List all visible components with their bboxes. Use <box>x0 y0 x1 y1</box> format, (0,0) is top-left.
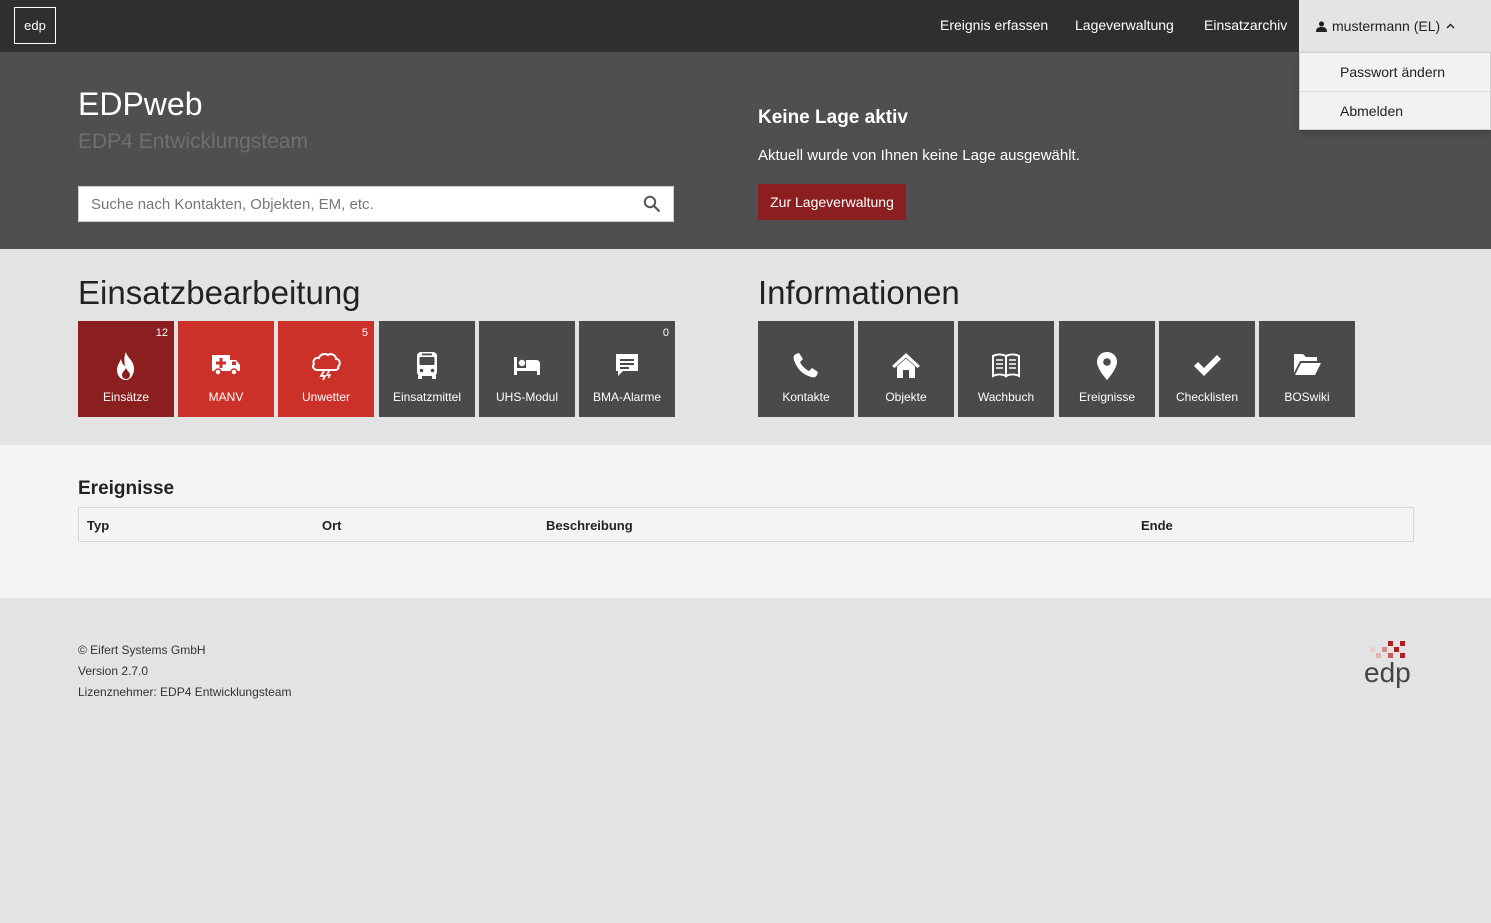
tile-label: Unwetter <box>301 390 351 404</box>
user-name: mustermann (EL) <box>1332 18 1441 34</box>
tile-badge: 5 <box>361 327 368 339</box>
phone-icon <box>793 353 818 378</box>
chevron-up-icon <box>1446 23 1455 29</box>
user-icon <box>1316 20 1327 32</box>
check-icon <box>1194 355 1221 376</box>
search-box <box>78 186 674 222</box>
footer-version: Version 2.7.0 <box>78 664 149 678</box>
edp-logo: edp <box>1362 640 1416 693</box>
tile-label: Kontakte <box>782 390 830 404</box>
lage-status-title: Keine Lage aktiv <box>758 107 908 128</box>
search-input[interactable] <box>79 187 673 221</box>
book-icon <box>992 353 1020 378</box>
fire-icon <box>117 352 134 380</box>
tile-boswiki[interactable]: BOSwiki <box>1259 321 1355 417</box>
ambulance-icon <box>212 355 240 376</box>
footer-copyright: © Eifert Systems GmbH <box>78 643 206 657</box>
tile-wachbuch[interactable]: Wachbuch <box>958 321 1054 417</box>
tile-label: MANV <box>208 390 244 404</box>
top-navbar: edp Ereignis erfassen Lageverwaltung Ein… <box>0 0 1491 52</box>
bus-icon <box>417 352 437 379</box>
tile-label: UHS-Modul <box>495 390 558 404</box>
tile-kontakte[interactable]: Kontakte <box>758 321 854 417</box>
column-header-typ[interactable]: Typ <box>87 518 109 533</box>
footer-licensee: Lizenznehmer: EDP4 Entwicklungsteam <box>78 685 292 699</box>
tile-label: Wachbuch <box>977 390 1035 404</box>
ereignisse-table: Typ Ort Beschreibung Ende <box>78 507 1414 542</box>
tile-label: BOSwiki <box>1284 390 1330 404</box>
column-header-ort[interactable]: Ort <box>322 518 342 533</box>
tile-ereignisse[interactable]: Ereignisse <box>1059 321 1155 417</box>
tile-uhs-modul[interactable]: UHS-Modul <box>479 321 575 417</box>
comment-icon <box>616 354 638 376</box>
tile-objekte[interactable]: Objekte <box>858 321 954 417</box>
tile-label: Objekte <box>885 390 927 404</box>
lage-status-text: Aktuell wurde von Ihnen keine Lage ausge… <box>758 147 1080 164</box>
tile-einsaetze[interactable]: 12 Einsätze <box>78 321 174 417</box>
tile-label: Ereignisse <box>1078 390 1136 404</box>
nav-ereignis-erfassen[interactable]: Ereignis erfassen <box>940 17 1048 33</box>
app-title: EDPweb <box>78 86 203 122</box>
svg-text:edp: edp <box>1364 657 1411 688</box>
search-icon[interactable] <box>643 195 661 213</box>
nav-einsatzarchiv[interactable]: Einsatzarchiv <box>1204 17 1287 33</box>
tile-label: BMA-Alarme <box>592 390 661 404</box>
user-dropdown-menu: Passwort ändern Abmelden <box>1299 52 1491 130</box>
home-icon <box>892 353 920 378</box>
folder-open-icon <box>1294 354 1321 375</box>
column-header-ende[interactable]: Ende <box>1141 518 1173 533</box>
nav-lageverwaltung[interactable]: Lageverwaltung <box>1075 17 1174 33</box>
tile-label: Checklisten <box>1175 390 1239 404</box>
tile-badge: 12 <box>155 327 168 339</box>
tile-unwetter[interactable]: 5 Unwetter <box>278 321 374 417</box>
app-subtitle: EDP4 Entwicklungsteam <box>78 130 308 153</box>
menu-item-abmelden[interactable]: Abmelden <box>1300 91 1490 129</box>
brand-logo[interactable]: edp <box>14 7 56 44</box>
informationen-heading: Informationen <box>758 274 960 311</box>
tile-badge: 0 <box>662 327 669 339</box>
tile-manv[interactable]: MANV <box>178 321 274 417</box>
tile-label: Einsätze <box>102 390 150 404</box>
storm-cloud-icon <box>312 353 341 381</box>
ereignisse-heading: Ereignisse <box>78 478 175 499</box>
menu-item-passwort-aendern[interactable]: Passwort ändern <box>1300 53 1490 91</box>
einsatzbearbeitung-heading: Einsatzbearbeitung <box>78 274 361 311</box>
tile-bma-alarme[interactable]: 0 BMA-Alarme <box>579 321 675 417</box>
column-header-beschreibung[interactable]: Beschreibung <box>546 518 633 533</box>
tile-checklisten[interactable]: Checklisten <box>1159 321 1255 417</box>
user-menu-toggle[interactable]: mustermann (EL) <box>1299 0 1491 52</box>
zur-lageverwaltung-button[interactable]: Zur Lageverwaltung <box>758 184 906 220</box>
map-marker-icon <box>1097 352 1117 380</box>
tile-label: Einsatzmittel <box>392 390 462 404</box>
bed-icon <box>514 357 540 375</box>
tile-einsatzmittel[interactable]: Einsatzmittel <box>379 321 475 417</box>
